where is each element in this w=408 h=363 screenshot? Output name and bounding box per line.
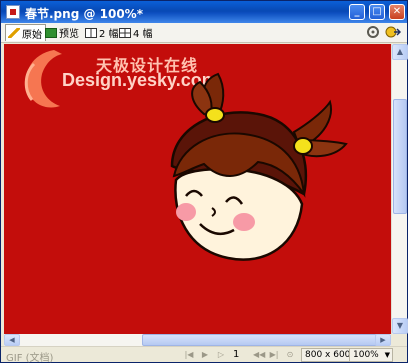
tab-4up-label: 4 幅 [133,29,153,40]
status-bar: GIF (文档) |◀ ▶ ▷ 1 ◀◀ ▶| ⊙ 800 x 600 100%… [1,346,407,363]
document-window: 春节.png @ 100%* _ □ ✕ 原始 预览 2 幅 4 幅 天极设计在… [0,0,408,363]
document-icon [6,5,20,19]
last-frame-icon[interactable]: ⊙ [285,349,295,360]
preview-icon [45,27,57,38]
chevron-down-icon: ▼ [384,351,390,359]
scroll-down-icon[interactable]: ▼ [392,318,408,334]
title-bar[interactable]: 春节.png @ 100%* _ □ ✕ [1,1,407,23]
horizontal-scrollbar[interactable]: ◀ ▶ [4,334,391,346]
tab-4up[interactable]: 4 幅 [117,24,156,41]
maximize-button[interactable]: □ [369,4,385,20]
image-canvas[interactable]: 天极设计在线 Design.yesky.com [4,44,391,334]
export-icon[interactable] [385,25,402,41]
scroll-left-icon[interactable]: ◀ [4,334,20,346]
window-title: 春节.png @ 100%* [25,7,143,21]
file-format-label: GIF (文档) [6,353,54,363]
view-toolbar: 原始 预览 2 幅 4 幅 [1,23,407,43]
tab-preview[interactable]: 预览 [43,24,82,41]
horizontal-scroll-thumb[interactable] [142,334,382,346]
vertical-scrollbar[interactable]: ▲ ▼ [391,44,408,334]
minimize-button[interactable]: _ [349,4,365,20]
frame-number: 1 [233,349,240,360]
tab-preview-label: 预览 [59,29,79,40]
play-icon[interactable]: ▶ [200,349,210,360]
image-dimensions: 800 x 600 [301,348,355,362]
pencil-icon [8,28,20,38]
tab-2up-label: 2 幅 [99,29,119,40]
first-frame-icon[interactable]: |◀ [184,349,194,360]
tab-original[interactable]: 原始 [5,24,46,41]
previous-frame-icon[interactable]: ◀◀ [253,349,265,360]
tab-2up[interactable]: 2 幅 [83,24,122,41]
zoom-select[interactable]: 100% ▼ [349,348,393,362]
tab-original-label: 原始 [22,29,42,41]
settings-icon[interactable] [365,25,381,41]
stop-icon[interactable]: ▷ [216,349,226,360]
four-up-icon [119,27,131,38]
scroll-up-icon[interactable]: ▲ [392,44,408,60]
zoom-value: 100% [353,350,379,360]
next-frame-icon[interactable]: ▶| [269,349,279,360]
vertical-scroll-thumb[interactable] [393,99,407,214]
two-up-icon [85,27,97,38]
scroll-right-icon[interactable]: ▶ [375,334,391,346]
cartoon-girl-illustration [170,72,348,261]
close-button[interactable]: ✕ [389,4,405,20]
